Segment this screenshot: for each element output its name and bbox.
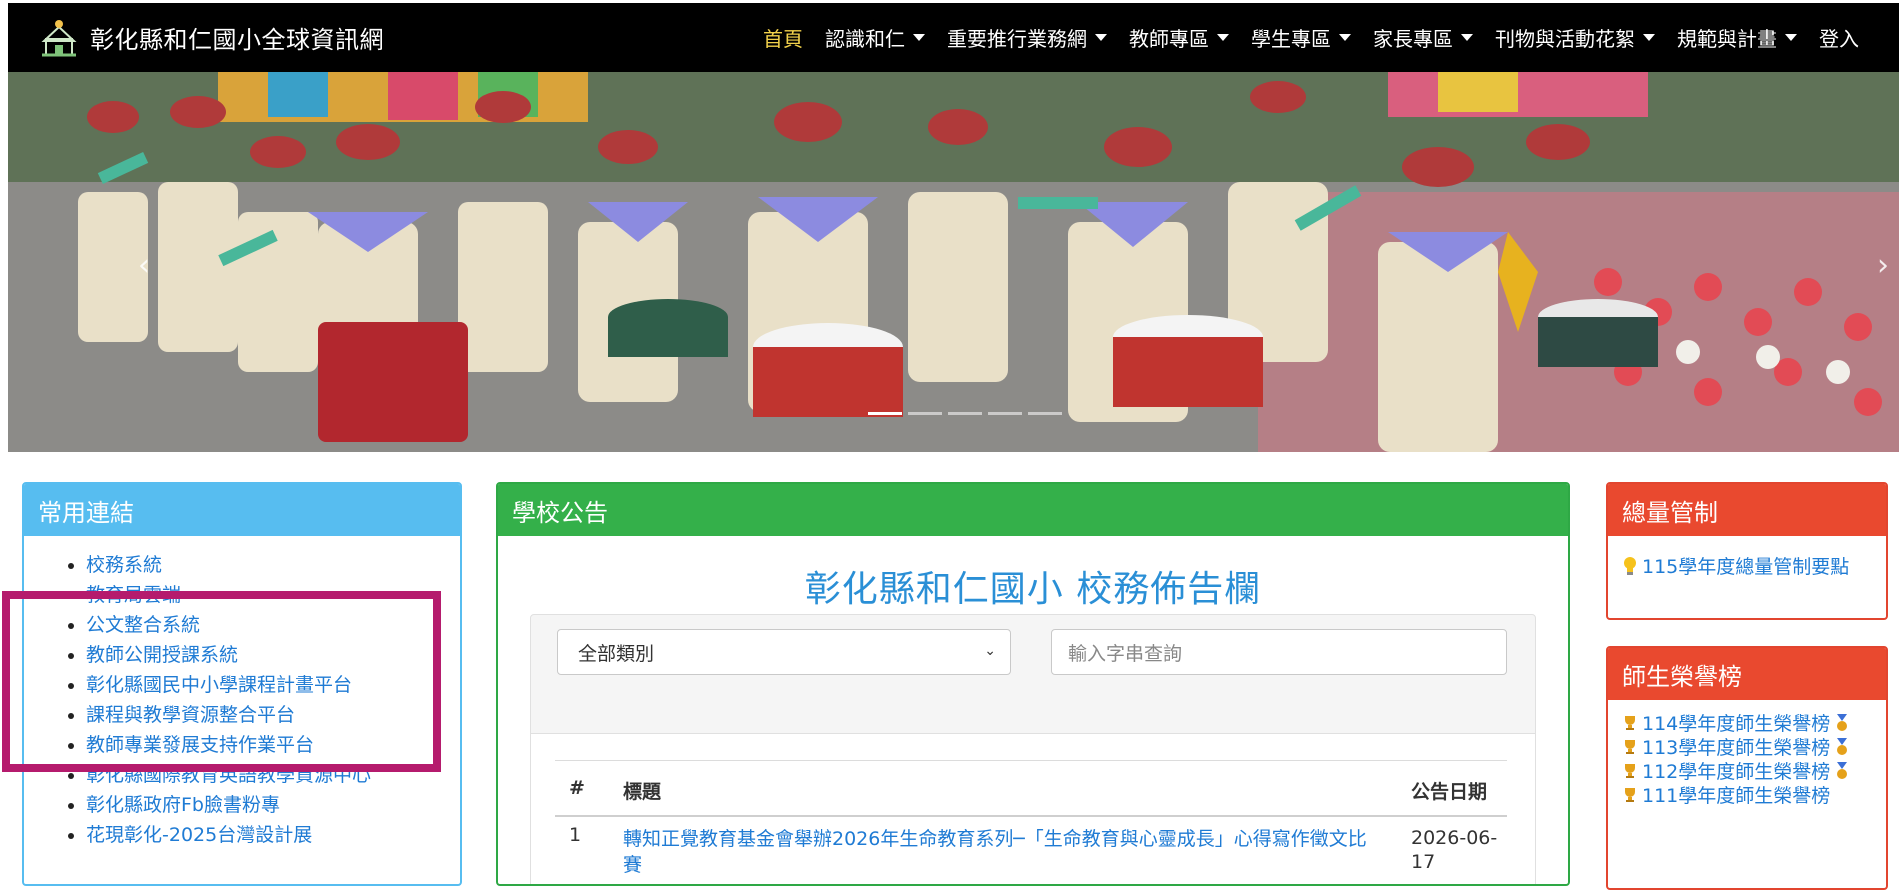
nav-students-label: 學生專區 <box>1251 27 1331 51</box>
caret-down-icon <box>1095 34 1107 41</box>
link-county-facebook[interactable]: 彰化縣政府Fb臉書粉專 <box>86 790 460 820</box>
caret-down-icon <box>1461 34 1473 41</box>
main-menu: 首頁 認識和仁 重要推行業務網 教師專區 學生專區 家長專區 刊物與活動花絮 規… <box>741 3 1859 72</box>
announcements-table: # 標題 公告日期 1 轉知正覺教育基金會舉辦2026年生命教育系列─「生命教育… <box>531 733 1535 884</box>
nav-regulations[interactable]: 規範與計畫 <box>1677 23 1797 52</box>
page: 彰化縣和仁國小全球資訊網 首頁 認識和仁 重要推行業務網 教師專區 學生專區 家… <box>0 0 1899 890</box>
honor-roll-list: 114學年度師生榮譽榜 113學年度師生榮譽榜 112學年度師生榮譽榜 111學… <box>1622 712 1872 808</box>
link-school-affairs[interactable]: 校務系統 <box>86 550 460 580</box>
quota-link[interactable]: 115學年度總量管制要點 <box>1622 552 1886 579</box>
honor-roll-panel: 師生榮譽榜 114學年度師生榮譽榜 113學年度師生榮譽榜 112學年度師生榮譽… <box>1606 646 1888 890</box>
link-teacher-development[interactable]: 教師專業發展支持作業平台 <box>86 730 460 760</box>
column-header-date[interactable]: 公告日期 <box>1411 777 1487 804</box>
hero-photo <box>8 72 1899 452</box>
chevron-down-icon: ⌄ <box>984 643 996 659</box>
honor-roll-label: 112學年度師生榮譽榜 <box>1642 761 1831 783</box>
search-input[interactable]: 輸入字串查詢 <box>1051 629 1507 675</box>
honor-roll-item[interactable]: 112學年度師生榮譽榜 <box>1622 760 1872 784</box>
honor-roll-label: 111學年度師生榮譽榜 <box>1642 785 1831 807</box>
nav-parents-label: 家長專區 <box>1373 27 1453 51</box>
link-english-resource-center[interactable]: 彰化縣國際教育英語教學資源中心 <box>86 760 460 790</box>
nav-regulations-label: 規範與計畫 <box>1677 27 1777 51</box>
search-input-placeholder: 輸入字串查詢 <box>1068 642 1183 665</box>
top-navbar: 彰化縣和仁國小全球資訊網 首頁 認識和仁 重要推行業務網 教師專區 學生專區 家… <box>8 3 1899 72</box>
trophy-icon <box>1625 716 1635 730</box>
carousel-indicator[interactable] <box>1028 412 1062 415</box>
quota-control-title: 總量管制 <box>1608 484 1886 536</box>
column-header-number[interactable]: # <box>569 777 585 799</box>
medal-icon <box>1837 714 1848 731</box>
nav-home-label: 首頁 <box>763 27 803 51</box>
link-edu-cloud[interactable]: 教育局雲端 <box>86 580 460 610</box>
carousel-indicator[interactable] <box>988 412 1022 415</box>
honor-roll-title: 師生榮譽榜 <box>1608 648 1886 700</box>
caret-down-icon <box>1643 34 1655 41</box>
caret-down-icon <box>913 34 925 41</box>
trophy-icon <box>1625 740 1635 754</box>
announcement-link[interactable]: 轉知正覺教育基金會舉辦2026年生命教育系列─「生命教育與心靈成長」心得寫作徵文… <box>623 826 1383 878</box>
site-title: 彰化縣和仁國小全球資訊網 <box>90 26 384 54</box>
link-teaching-resources[interactable]: 課程與教學資源整合平台 <box>86 700 460 730</box>
school-logo-icon <box>41 19 77 56</box>
nav-key-programs[interactable]: 重要推行業務網 <box>947 23 1107 52</box>
carousel-indicator[interactable] <box>948 412 982 415</box>
carousel-next-icon[interactable]: › <box>1877 248 1889 283</box>
link-design-expo[interactable]: 花現彰化-2025台灣設計展 <box>86 820 460 850</box>
quota-control-panel: 總量管制 115學年度總量管制要點 <box>1606 482 1888 620</box>
honor-roll-item[interactable]: 113學年度師生榮譽榜 <box>1622 736 1872 760</box>
filter-area: 全部類別 ⌄ 輸入字串查詢 # 標題 公告日期 1 轉知正覺教育基金會舉辦202… <box>530 614 1536 884</box>
nav-publications[interactable]: 刊物與活動花絮 <box>1495 23 1655 52</box>
carousel-indicators <box>868 412 1068 415</box>
table-header-row: # 標題 公告日期 <box>555 760 1507 817</box>
row-number: 1 <box>569 824 582 846</box>
caret-down-icon <box>1785 34 1797 41</box>
carousel-indicator[interactable] <box>908 412 942 415</box>
bulletin-board-title: 彰化縣和仁國小 校務佈告欄 <box>804 569 1262 610</box>
table-row: 1 轉知正覺教育基金會舉辦2026年生命教育系列─「生命教育與心靈成長」心得寫作… <box>555 816 1507 876</box>
honor-roll-item[interactable]: 114學年度師生榮譽榜 <box>1622 712 1872 736</box>
trophy-icon <box>1625 788 1635 802</box>
nav-login[interactable]: 登入 <box>1819 23 1859 52</box>
lightbulb-icon <box>1624 556 1636 575</box>
nav-about-label: 認識和仁 <box>825 27 905 51</box>
medal-icon <box>1837 738 1848 755</box>
medal-icon <box>1837 762 1848 779</box>
link-document-system[interactable]: 公文整合系統 <box>86 610 460 640</box>
link-open-class-system[interactable]: 教師公開授課系統 <box>86 640 460 670</box>
nav-home[interactable]: 首頁 <box>763 23 803 52</box>
quota-link-label: 115學年度總量管制要點 <box>1642 556 1850 578</box>
common-links-panel: 常用連結 校務系統 教育局雲端 公文整合系統 教師公開授課系統 彰化縣國民中小學… <box>22 482 462 886</box>
carousel-prev-icon[interactable]: ‹ <box>138 248 150 283</box>
nav-login-label: 登入 <box>1819 27 1859 51</box>
nav-publications-label: 刊物與活動花絮 <box>1495 27 1635 51</box>
common-links-title: 常用連結 <box>24 484 460 536</box>
brand[interactable]: 彰化縣和仁國小全球資訊網 <box>40 17 384 59</box>
column-header-title[interactable]: 標題 <box>623 777 661 804</box>
announcements-title: 學校公告 <box>498 484 1568 536</box>
hero-carousel[interactable]: ‹ › <box>8 72 1899 452</box>
announcement-date: 2026-06-17 <box>1411 827 1498 873</box>
category-select-value: 全部類別 <box>578 642 655 665</box>
caret-down-icon <box>1217 34 1229 41</box>
nav-parents[interactable]: 家長專區 <box>1373 23 1473 52</box>
carousel-indicator[interactable] <box>868 412 902 415</box>
link-curriculum-platform[interactable]: 彰化縣國民中小學課程計畫平台 <box>86 670 460 700</box>
category-select[interactable]: 全部類別 ⌄ <box>557 629 1011 675</box>
nav-teachers-label: 教師專區 <box>1129 27 1209 51</box>
school-announcements-panel: 學校公告 彰化縣和仁國小 校務佈告欄 全部類別 ⌄ 輸入字串查詢 # 標題 公告… <box>496 482 1570 886</box>
honor-roll-item[interactable]: 111學年度師生榮譽榜 <box>1622 784 1872 808</box>
caret-down-icon <box>1339 34 1351 41</box>
honor-roll-label: 114學年度師生榮譽榜 <box>1642 713 1831 735</box>
nav-key-programs-label: 重要推行業務網 <box>947 27 1087 51</box>
nav-about[interactable]: 認識和仁 <box>825 23 925 52</box>
nav-students[interactable]: 學生專區 <box>1251 23 1351 52</box>
trophy-icon <box>1625 764 1635 778</box>
honor-roll-label: 113學年度師生榮譽榜 <box>1642 737 1831 759</box>
common-links-list: 校務系統 教育局雲端 公文整合系統 教師公開授課系統 彰化縣國民中小學課程計畫平… <box>24 550 460 850</box>
nav-teachers[interactable]: 教師專區 <box>1129 23 1229 52</box>
